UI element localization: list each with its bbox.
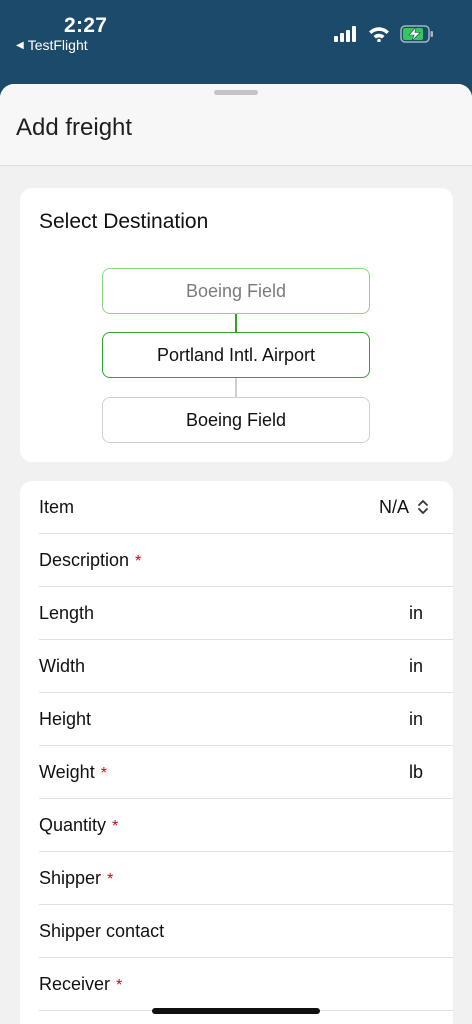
width-label: Width <box>39 655 86 676</box>
destination-card: Select Destination Boeing Field Portland… <box>20 188 453 462</box>
quantity-label-wrap: Quantity * <box>39 815 118 836</box>
description-label-wrap: Description * <box>39 550 141 571</box>
selected-destination[interactable]: Portland Intl. Airport <box>102 332 370 378</box>
form-row-receiver[interactable]: Receiver * <box>39 958 453 1011</box>
home-indicator[interactable] <box>152 1008 320 1014</box>
description-label: Description <box>39 549 130 570</box>
weight-label: Weight <box>39 761 95 782</box>
status-time: 2:27 <box>64 14 108 37</box>
freight-form: Item N/A Description * Length in Width in <box>20 481 453 1024</box>
back-triangle-icon: ◀ <box>16 39 24 51</box>
receiver-label-wrap: Receiver * <box>39 974 122 995</box>
back-to-app-link[interactable]: ◀ TestFlight <box>16 37 88 53</box>
destination-title: Select Destination <box>39 210 209 233</box>
height-unit: in <box>408 708 423 729</box>
form-row-length[interactable]: Length in <box>39 587 453 640</box>
form-row-description[interactable]: Description * <box>39 534 453 587</box>
form-row-height[interactable]: Height in <box>39 693 453 746</box>
form-row-shipper[interactable]: Shipper * <box>39 852 453 905</box>
route-connector <box>235 378 237 397</box>
weight-unit: lb <box>408 761 423 782</box>
next-destination[interactable]: Boeing Field <box>102 397 370 443</box>
item-label: Item <box>39 496 75 517</box>
status-bar: 2:27 ◀ TestFlight <box>0 0 472 84</box>
shipper-label: Shipper <box>39 867 102 888</box>
length-unit: in <box>408 602 423 623</box>
form-row-item[interactable]: Item N/A <box>39 481 453 534</box>
width-unit: in <box>408 655 423 676</box>
shipper-contact-label: Shipper contact <box>39 920 165 941</box>
cellular-signal-icon <box>334 26 356 42</box>
form-row-item-label-wrap: Item <box>39 497 74 518</box>
form-row-width[interactable]: Width in <box>39 640 453 693</box>
required-marker: * <box>100 764 107 782</box>
required-marker: * <box>112 817 119 835</box>
height-label: Height <box>39 708 92 729</box>
sheet-header: Add freight <box>0 84 472 166</box>
form-row-shipper-contact[interactable]: Shipper contact <box>39 905 453 958</box>
add-freight-sheet: Add freight Select Destination Boeing Fi… <box>0 84 472 1024</box>
required-marker: * <box>135 552 142 570</box>
item-value: N/A <box>378 496 409 517</box>
route-connector <box>235 314 237 332</box>
item-picker[interactable]: N/A <box>379 497 429 518</box>
form-row-quantity[interactable]: Quantity * <box>39 799 453 852</box>
status-icons <box>334 25 434 43</box>
chevron-up-down-icon <box>418 500 428 514</box>
wifi-icon <box>369 27 389 42</box>
shipper-label-wrap: Shipper * <box>39 868 113 889</box>
quantity-label: Quantity <box>39 814 107 835</box>
back-app-label: TestFlight <box>27 37 88 53</box>
receiver-label: Receiver <box>39 973 111 994</box>
required-marker: * <box>107 870 114 888</box>
sheet-grabber[interactable] <box>214 90 258 95</box>
battery-charging-icon <box>400 25 433 43</box>
required-marker: * <box>116 976 123 994</box>
length-label: Length <box>39 602 95 623</box>
form-row-weight[interactable]: Weight * lb <box>39 746 453 799</box>
page-title: Add freight <box>16 114 133 141</box>
weight-label-wrap: Weight * <box>39 762 107 783</box>
previous-destination[interactable]: Boeing Field <box>102 268 370 314</box>
